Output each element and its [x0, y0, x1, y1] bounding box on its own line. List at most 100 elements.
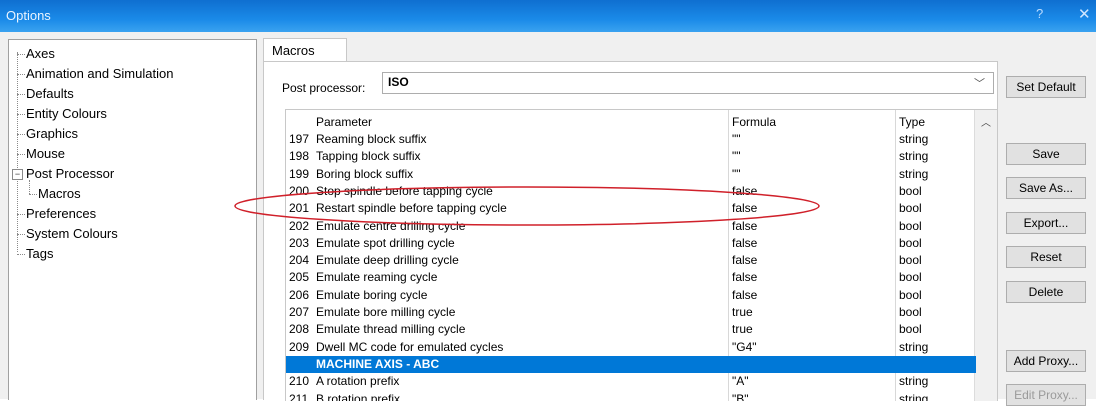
tree-connector [17, 154, 25, 155]
vertical-scrollbar[interactable]: ︿ [974, 110, 997, 401]
formula-cell: "A" [732, 374, 749, 389]
formula-cell: "G4" [732, 339, 757, 354]
reset-button[interactable]: Reset [1006, 246, 1086, 268]
row-number: 209 [289, 339, 310, 354]
tree-item-post-processor[interactable]: Post Processor [26, 164, 114, 184]
row-number: 203 [289, 235, 310, 250]
tree-item-axes[interactable]: Axes [26, 44, 55, 64]
row-number: 197 [289, 132, 310, 146]
table-row[interactable]: 207 Emulate bore milling cycle true bool [286, 304, 976, 321]
tree-item-animation-and-simulation[interactable]: Animation and Simulation [26, 64, 173, 84]
formula-cell: "" [732, 132, 741, 146]
table-row[interactable]: 205 Emulate reaming cycle false bool [286, 269, 976, 286]
macros-table: Parameter Formula Type ︿ 197 Reaming bloc… [285, 109, 998, 401]
formula-cell: false [732, 235, 758, 250]
tree-item-system-colours[interactable]: System Colours [26, 224, 118, 244]
tab-macros[interactable]: Macros [263, 38, 347, 62]
window-title: Options [6, 8, 51, 23]
parameter-cell: Emulate spot drilling cycle [316, 235, 455, 250]
section-row[interactable]: MACHINE AXIS - ABC [286, 355, 976, 373]
export-button[interactable]: Export... [1006, 212, 1086, 234]
chevron-up-icon[interactable]: ︿ [981, 114, 991, 129]
tree-item-preferences[interactable]: Preferences [26, 204, 96, 224]
table-header: Parameter Formula Type [286, 114, 976, 131]
row-number: 201 [289, 201, 310, 216]
parameter-cell: A rotation prefix [316, 374, 400, 389]
close-icon[interactable]: ✕ [1078, 5, 1091, 23]
table-row[interactable]: 208 Emulate thread milling cycle true bool [286, 321, 976, 338]
set-default-button[interactable]: Set Default [1006, 76, 1086, 98]
tree-connector [29, 180, 30, 194]
column-header-parameter[interactable]: Parameter [316, 114, 726, 131]
parameter-cell: Emulate bore milling cycle [316, 305, 456, 319]
tree-connector [17, 54, 25, 55]
row-number: 204 [289, 253, 310, 268]
tree-connector [17, 94, 25, 95]
save-as-button[interactable]: Save As... [1006, 177, 1086, 199]
chevron-down-icon: ﹀ [974, 78, 985, 90]
formula-cell: "" [732, 166, 741, 181]
parameter-cell: Emulate reaming cycle [316, 270, 438, 285]
table-row[interactable]: 199 Boring block suffix "" string [286, 166, 976, 183]
tree-connector [17, 234, 25, 235]
table-row[interactable]: 211 B rotation prefix "B" string [286, 391, 976, 402]
row-number: 208 [289, 322, 310, 337]
parameter-cell: B rotation prefix [316, 391, 401, 402]
row-number: 211 [289, 391, 309, 402]
parameter-cell: Restart spindle before tapping cycle [316, 201, 507, 216]
type-cell [899, 356, 969, 373]
column-header-formula[interactable]: Formula [732, 114, 892, 131]
type-cell: bool [899, 235, 922, 250]
help-icon[interactable]: ? [1036, 6, 1043, 21]
table-row[interactable]: 197 Reaming block suffix "" string [286, 131, 976, 148]
tree-item-mouse[interactable]: Mouse [26, 144, 65, 164]
parameter-cell: Reaming block suffix [316, 132, 427, 146]
row-number: 207 [289, 305, 310, 319]
parameter-cell: MACHINE AXIS - ABC [316, 356, 440, 371]
table-row[interactable]: 210 A rotation prefix "A" string [286, 373, 976, 390]
tree-item-entity-colours[interactable]: Entity Colours [26, 104, 107, 124]
table-row[interactable]: 202 Emulate centre drilling cycle false boo… [286, 218, 976, 235]
table-row[interactable]: 206 Emulate boring cycle false bool [286, 287, 976, 304]
options-tree: Axes Animation and Simulation Defaults Enti… [8, 39, 257, 400]
delete-button[interactable]: Delete [1006, 281, 1086, 303]
post-processor-select[interactable]: ISO ﹀ [382, 72, 994, 94]
tree-item-tags[interactable]: Tags [26, 244, 53, 264]
tree-connector [17, 134, 25, 135]
macros-panel: Post processor: ISO ﹀ Parameter Formula … [263, 61, 998, 401]
row-number: 205 [289, 270, 310, 285]
tree-item-defaults[interactable]: Defaults [26, 84, 74, 104]
type-cell: bool [899, 270, 922, 285]
column-header-type[interactable]: Type [899, 114, 969, 131]
row-number: 202 [289, 218, 310, 233]
type-cell: bool [899, 253, 922, 268]
tree-item-graphics[interactable]: Graphics [26, 124, 78, 144]
tree-connector [17, 74, 25, 75]
parameter-cell: Boring block suffix [316, 166, 414, 181]
table-row[interactable]: 198 Tapping block suffix "" string [286, 148, 976, 165]
title-bar: Options ? ✕ [0, 0, 1096, 32]
type-cell: string [899, 132, 929, 146]
row-number: 199 [289, 166, 310, 181]
table-row[interactable]: 201 Restart spindle before tapping cycle f… [286, 200, 976, 217]
tree-connector [17, 214, 25, 215]
add-proxy-button[interactable]: Add Proxy... [1006, 350, 1086, 372]
parameter-cell: Emulate thread milling cycle [316, 322, 466, 337]
formula-cell: false [732, 183, 758, 198]
table-row[interactable]: 203 Emulate spot drilling cycle false bool [286, 235, 976, 252]
save-button[interactable]: Save [1006, 143, 1086, 165]
type-cell: bool [899, 183, 922, 198]
formula-cell: false [732, 218, 758, 233]
collapse-icon[interactable]: − [12, 169, 23, 180]
tree-item-macros[interactable]: Macros [38, 184, 81, 204]
parameter-cell: Dwell MC code for emulated cycles [316, 339, 504, 354]
table-row[interactable]: 200 Stop spindle before tapping cycle fals… [286, 183, 976, 200]
tree-connector [17, 114, 25, 115]
type-cell: bool [899, 218, 922, 233]
formula-cell: false [732, 201, 758, 216]
row-number: 206 [289, 287, 310, 302]
post-processor-label: Post processor: [282, 81, 366, 95]
table-row[interactable]: 209 Dwell MC code for emulated cycles "G4"… [286, 339, 976, 356]
table-row[interactable]: 204 Emulate deep drilling cycle false bool [286, 252, 976, 269]
options-window: Axes Animation and Simulation Defaults Enti… [0, 32, 1096, 406]
